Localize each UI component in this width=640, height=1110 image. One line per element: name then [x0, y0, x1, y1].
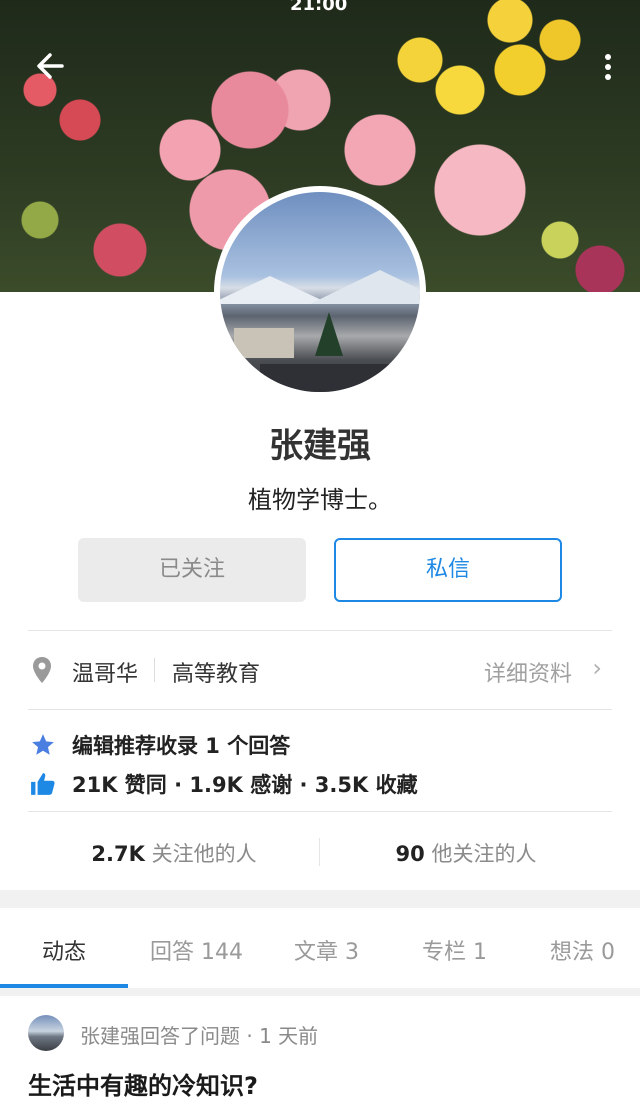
stats-text: 21K 赞同 · 1.9K 感谢 · 3.5K 收藏 [72, 773, 418, 797]
following-label: 他关注的人 [431, 842, 537, 866]
more-button[interactable] [596, 44, 620, 88]
tab-bar: 动态 回答 144 文章 3 专栏 1 想法 0 [0, 908, 640, 988]
tab-answers[interactable]: 回答 144 [150, 934, 243, 966]
industry-text: 高等教育 [172, 662, 261, 687]
section-gap [0, 988, 640, 996]
following-count: 90 [395, 842, 425, 866]
divider [28, 630, 612, 631]
star-icon [32, 734, 54, 755]
tab-columns[interactable]: 专栏 1 [422, 934, 487, 966]
detail-link[interactable]: 详细资料 [484, 656, 572, 688]
thumb-up-icon [31, 773, 55, 795]
followers-button[interactable]: 2.7K 关注他的人 [28, 838, 320, 868]
tab-activity[interactable]: 动态 [42, 934, 86, 966]
divider [28, 811, 612, 812]
followers-count: 2.7K [91, 842, 145, 866]
recommend-row[interactable]: 编辑推荐收录 1 个回答 [28, 728, 612, 760]
chevron-right-icon: › [592, 654, 602, 682]
stats-row: 21K 赞同 · 1.9K 感谢 · 3.5K 收藏 [28, 767, 612, 799]
location-pin-icon [33, 657, 51, 683]
profile-name: 张建强 [269, 426, 371, 466]
status-time: 21:00 [290, 0, 348, 15]
recommend-text: 编辑推荐收录 1 个回答 [72, 734, 291, 758]
status-bar: 21:00 [0, 0, 640, 15]
feed-meta: 张建强回答了问题 · 1 天前 [80, 1024, 319, 1048]
follow-row: 2.7K 关注他的人 90 他关注的人 [28, 830, 612, 874]
avatar-image [220, 192, 420, 392]
avatar[interactable] [214, 186, 426, 398]
following-button[interactable]: 90 他关注的人 [320, 838, 612, 868]
info-row[interactable]: 温哥华 高等教育 详细资料 › [28, 648, 612, 692]
feed-avatar[interactable] [28, 1015, 64, 1051]
location-text: 温哥华 [72, 662, 139, 687]
tab-articles[interactable]: 文章 3 [294, 934, 359, 966]
tab-thoughts[interactable]: 想法 0 [550, 934, 615, 966]
followers-label: 关注他的人 [151, 842, 257, 866]
profile-bio: 植物学博士。 [248, 486, 392, 514]
feed-title[interactable]: 生活中有趣的冷知识? [28, 1066, 258, 1101]
section-gap [0, 890, 640, 908]
divider [28, 709, 612, 710]
message-button[interactable]: 私信 [334, 538, 562, 602]
back-arrow-icon [37, 53, 64, 79]
separator [154, 658, 155, 682]
followed-button[interactable]: 已关注 [78, 538, 306, 602]
back-button[interactable] [28, 44, 72, 88]
